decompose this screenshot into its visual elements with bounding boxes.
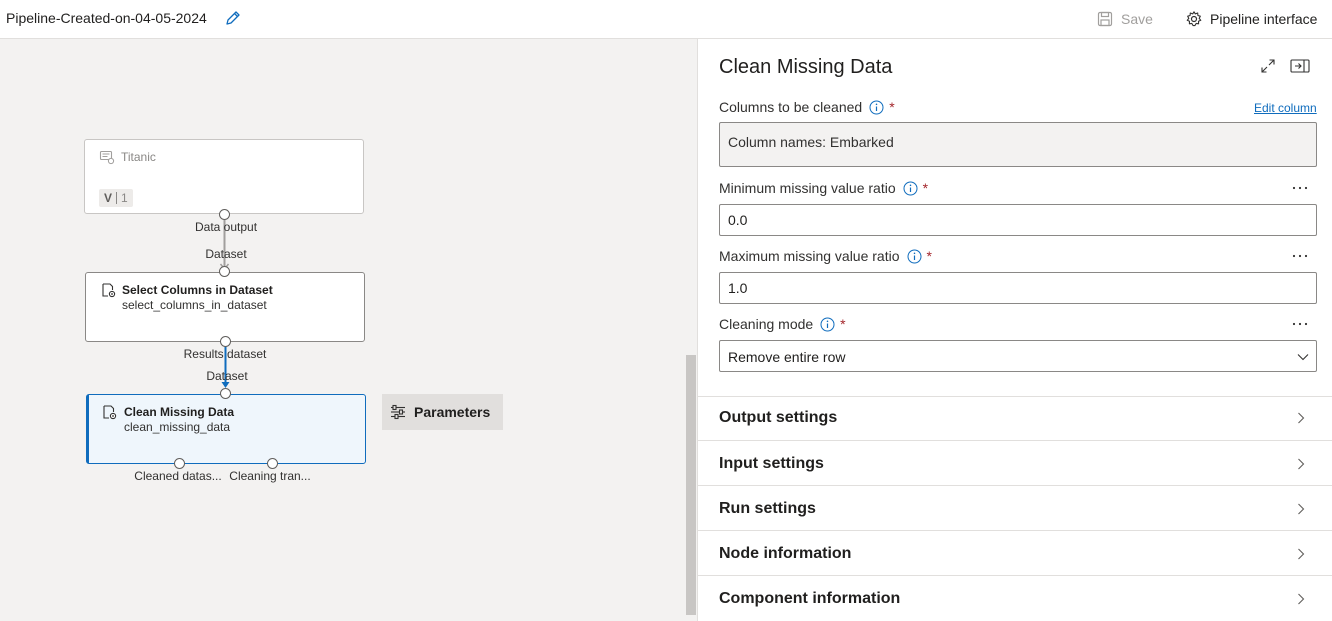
chevron-right-icon bbox=[1298, 503, 1305, 515]
parameters-button[interactable]: Parameters bbox=[382, 394, 503, 430]
section-output-settings[interactable]: Output settings bbox=[698, 396, 1332, 440]
node-select-columns[interactable]: Select Columns in Dataset select_columns… bbox=[85, 272, 365, 342]
pipeline-title: Pipeline-Created-on-04-05-2024 bbox=[6, 10, 207, 26]
expand-icon[interactable] bbox=[1260, 58, 1276, 74]
port-label-data-output: Data output bbox=[194, 220, 258, 234]
parameters-label: Parameters bbox=[414, 404, 491, 420]
port-label-cleaned-dataset: Cleaned datas... bbox=[134, 469, 222, 483]
dock-panel-icon[interactable] bbox=[1290, 58, 1310, 74]
required-asterisk: * bbox=[840, 316, 846, 332]
columns-label: Columns to be cleaned * bbox=[719, 99, 895, 115]
max-ratio-label-text: Maximum missing value ratio bbox=[719, 248, 900, 264]
panel-title: Clean Missing Data bbox=[719, 56, 893, 78]
required-asterisk: * bbox=[922, 180, 929, 196]
save-icon bbox=[1097, 11, 1113, 27]
more-options-icon[interactable] bbox=[1292, 322, 1308, 326]
node-subtitle: select_columns_in_dataset bbox=[122, 298, 267, 312]
dataset-icon bbox=[99, 150, 115, 165]
version-prefix: V bbox=[104, 191, 113, 205]
component-icon bbox=[102, 283, 116, 298]
section-label: Component information bbox=[719, 590, 901, 607]
info-icon[interactable] bbox=[869, 100, 884, 115]
version-number: 1 bbox=[121, 191, 128, 205]
max-ratio-input[interactable] bbox=[719, 272, 1317, 304]
section-input-settings[interactable]: Input settings bbox=[698, 440, 1332, 484]
port-clean-output-cleaned[interactable] bbox=[174, 458, 185, 469]
node-title: Clean Missing Data bbox=[124, 405, 235, 419]
chevron-right-icon bbox=[1298, 458, 1305, 470]
section-label: Run settings bbox=[719, 500, 816, 517]
cleaning-mode-dropdown[interactable]: Remove entire row bbox=[719, 340, 1317, 372]
chevron-right-icon bbox=[1298, 593, 1305, 605]
max-ratio-label: Maximum missing value ratio * bbox=[719, 248, 932, 264]
columns-value: Column names: Embarked bbox=[728, 134, 894, 150]
sliders-icon bbox=[391, 404, 405, 420]
node-subtitle: clean_missing_data bbox=[124, 420, 231, 434]
chevron-down-icon bbox=[1297, 354, 1309, 361]
cleaning-mode-value: Remove entire row bbox=[728, 349, 846, 365]
pipeline-interface-button[interactable]: Pipeline interface bbox=[1185, 9, 1317, 29]
pencil-icon[interactable] bbox=[224, 9, 242, 27]
section-node-information[interactable]: Node information bbox=[698, 530, 1332, 574]
node-titanic[interactable]: Titanic V 1 bbox=[84, 139, 364, 214]
save-label: Save bbox=[1121, 11, 1153, 27]
port-clean-output-transform[interactable] bbox=[267, 458, 278, 469]
port-select-output[interactable] bbox=[220, 336, 231, 347]
section-label: Input settings bbox=[719, 455, 824, 472]
node-title: Select Columns in Dataset bbox=[122, 283, 273, 297]
node-clean-missing-data[interactable]: Clean Missing Data clean_missing_data bbox=[86, 394, 366, 464]
columns-value-box: Column names: Embarked bbox=[719, 122, 1317, 167]
component-icon bbox=[103, 405, 117, 420]
port-label-cleaning-transformation: Cleaning tran... bbox=[229, 469, 311, 483]
pipeline-canvas[interactable]: Titanic V 1 Select Columns in Dataset se… bbox=[0, 39, 697, 621]
columns-label-text: Columns to be cleaned bbox=[719, 99, 863, 115]
min-ratio-label: Minimum missing value ratio * bbox=[719, 180, 928, 196]
info-icon[interactable] bbox=[820, 317, 835, 332]
cleaning-mode-label-text: Cleaning mode bbox=[719, 316, 814, 332]
section-component-information[interactable]: Component information bbox=[698, 575, 1332, 621]
node-title: Titanic bbox=[121, 150, 156, 164]
top-bar: Pipeline-Created-on-04-05-2024 Save Pipe… bbox=[0, 0, 1332, 39]
properties-panel: Clean Missing Data Columns to be cleaned… bbox=[697, 39, 1332, 621]
more-options-icon[interactable] bbox=[1292, 254, 1308, 258]
more-options-icon[interactable] bbox=[1292, 186, 1308, 190]
info-icon[interactable] bbox=[907, 249, 922, 264]
required-asterisk: * bbox=[926, 248, 932, 264]
info-icon[interactable] bbox=[903, 181, 918, 196]
version-badge: V 1 bbox=[99, 189, 133, 207]
pipeline-interface-label: Pipeline interface bbox=[1210, 11, 1318, 27]
required-asterisk: * bbox=[889, 99, 895, 115]
section-run-settings[interactable]: Run settings bbox=[698, 485, 1332, 529]
save-button[interactable]: Save bbox=[1097, 9, 1153, 29]
canvas-scrollbar[interactable] bbox=[686, 355, 696, 615]
cleaning-mode-label: Cleaning mode * bbox=[719, 316, 846, 332]
min-ratio-input[interactable] bbox=[719, 204, 1317, 236]
min-ratio-label-text: Minimum missing value ratio bbox=[719, 180, 896, 196]
gear-icon bbox=[1186, 11, 1202, 27]
port-label-dataset: Dataset bbox=[206, 369, 248, 383]
port-label-dataset: Dataset bbox=[205, 247, 247, 261]
edit-column-link[interactable]: Edit column bbox=[1254, 101, 1317, 115]
port-select-input[interactable] bbox=[219, 266, 230, 277]
chevron-right-icon bbox=[1298, 412, 1305, 424]
section-label: Node information bbox=[719, 545, 852, 562]
chevron-right-icon bbox=[1298, 548, 1305, 560]
section-label: Output settings bbox=[719, 409, 838, 426]
port-titanic-output[interactable] bbox=[219, 209, 230, 220]
port-clean-input[interactable] bbox=[220, 388, 231, 399]
port-label-results-dataset: Results dataset bbox=[183, 347, 267, 361]
